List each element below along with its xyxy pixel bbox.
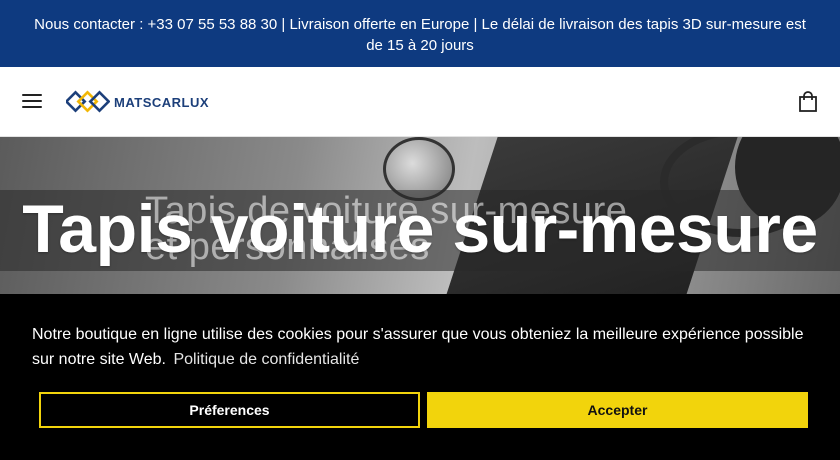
privacy-policy-link[interactable]: Politique de confidentialité xyxy=(173,351,359,368)
shopping-bag-icon[interactable] xyxy=(797,91,819,113)
cookie-message: Notre boutique en ligne utilise des cook… xyxy=(32,322,822,372)
announcement-bar: Nous contacter : +33 07 55 53 88 30 | Li… xyxy=(0,0,840,67)
hero-banner: Tapis de voiture sur-mesure et personnali… xyxy=(0,137,840,297)
logo[interactable]: MATSCARLUX xyxy=(66,87,209,117)
announcement-text: Nous contacter : +33 07 55 53 88 30 | Li… xyxy=(34,16,806,54)
cookie-message-text: Notre boutique en ligne utilise des cook… xyxy=(32,326,804,368)
preferences-button[interactable]: Préferences xyxy=(39,392,420,428)
cookie-banner: Notre boutique en ligne utilise des cook… xyxy=(0,294,840,460)
site-header: MATSCARLUX xyxy=(0,67,840,137)
logo-text: MATSCARLUX xyxy=(114,94,210,110)
hamburger-icon[interactable] xyxy=(22,94,42,110)
logo-icon xyxy=(66,90,110,113)
accept-button[interactable]: Accepter xyxy=(427,392,808,428)
hero-title: Tapis voiture sur-mesure xyxy=(22,191,818,267)
